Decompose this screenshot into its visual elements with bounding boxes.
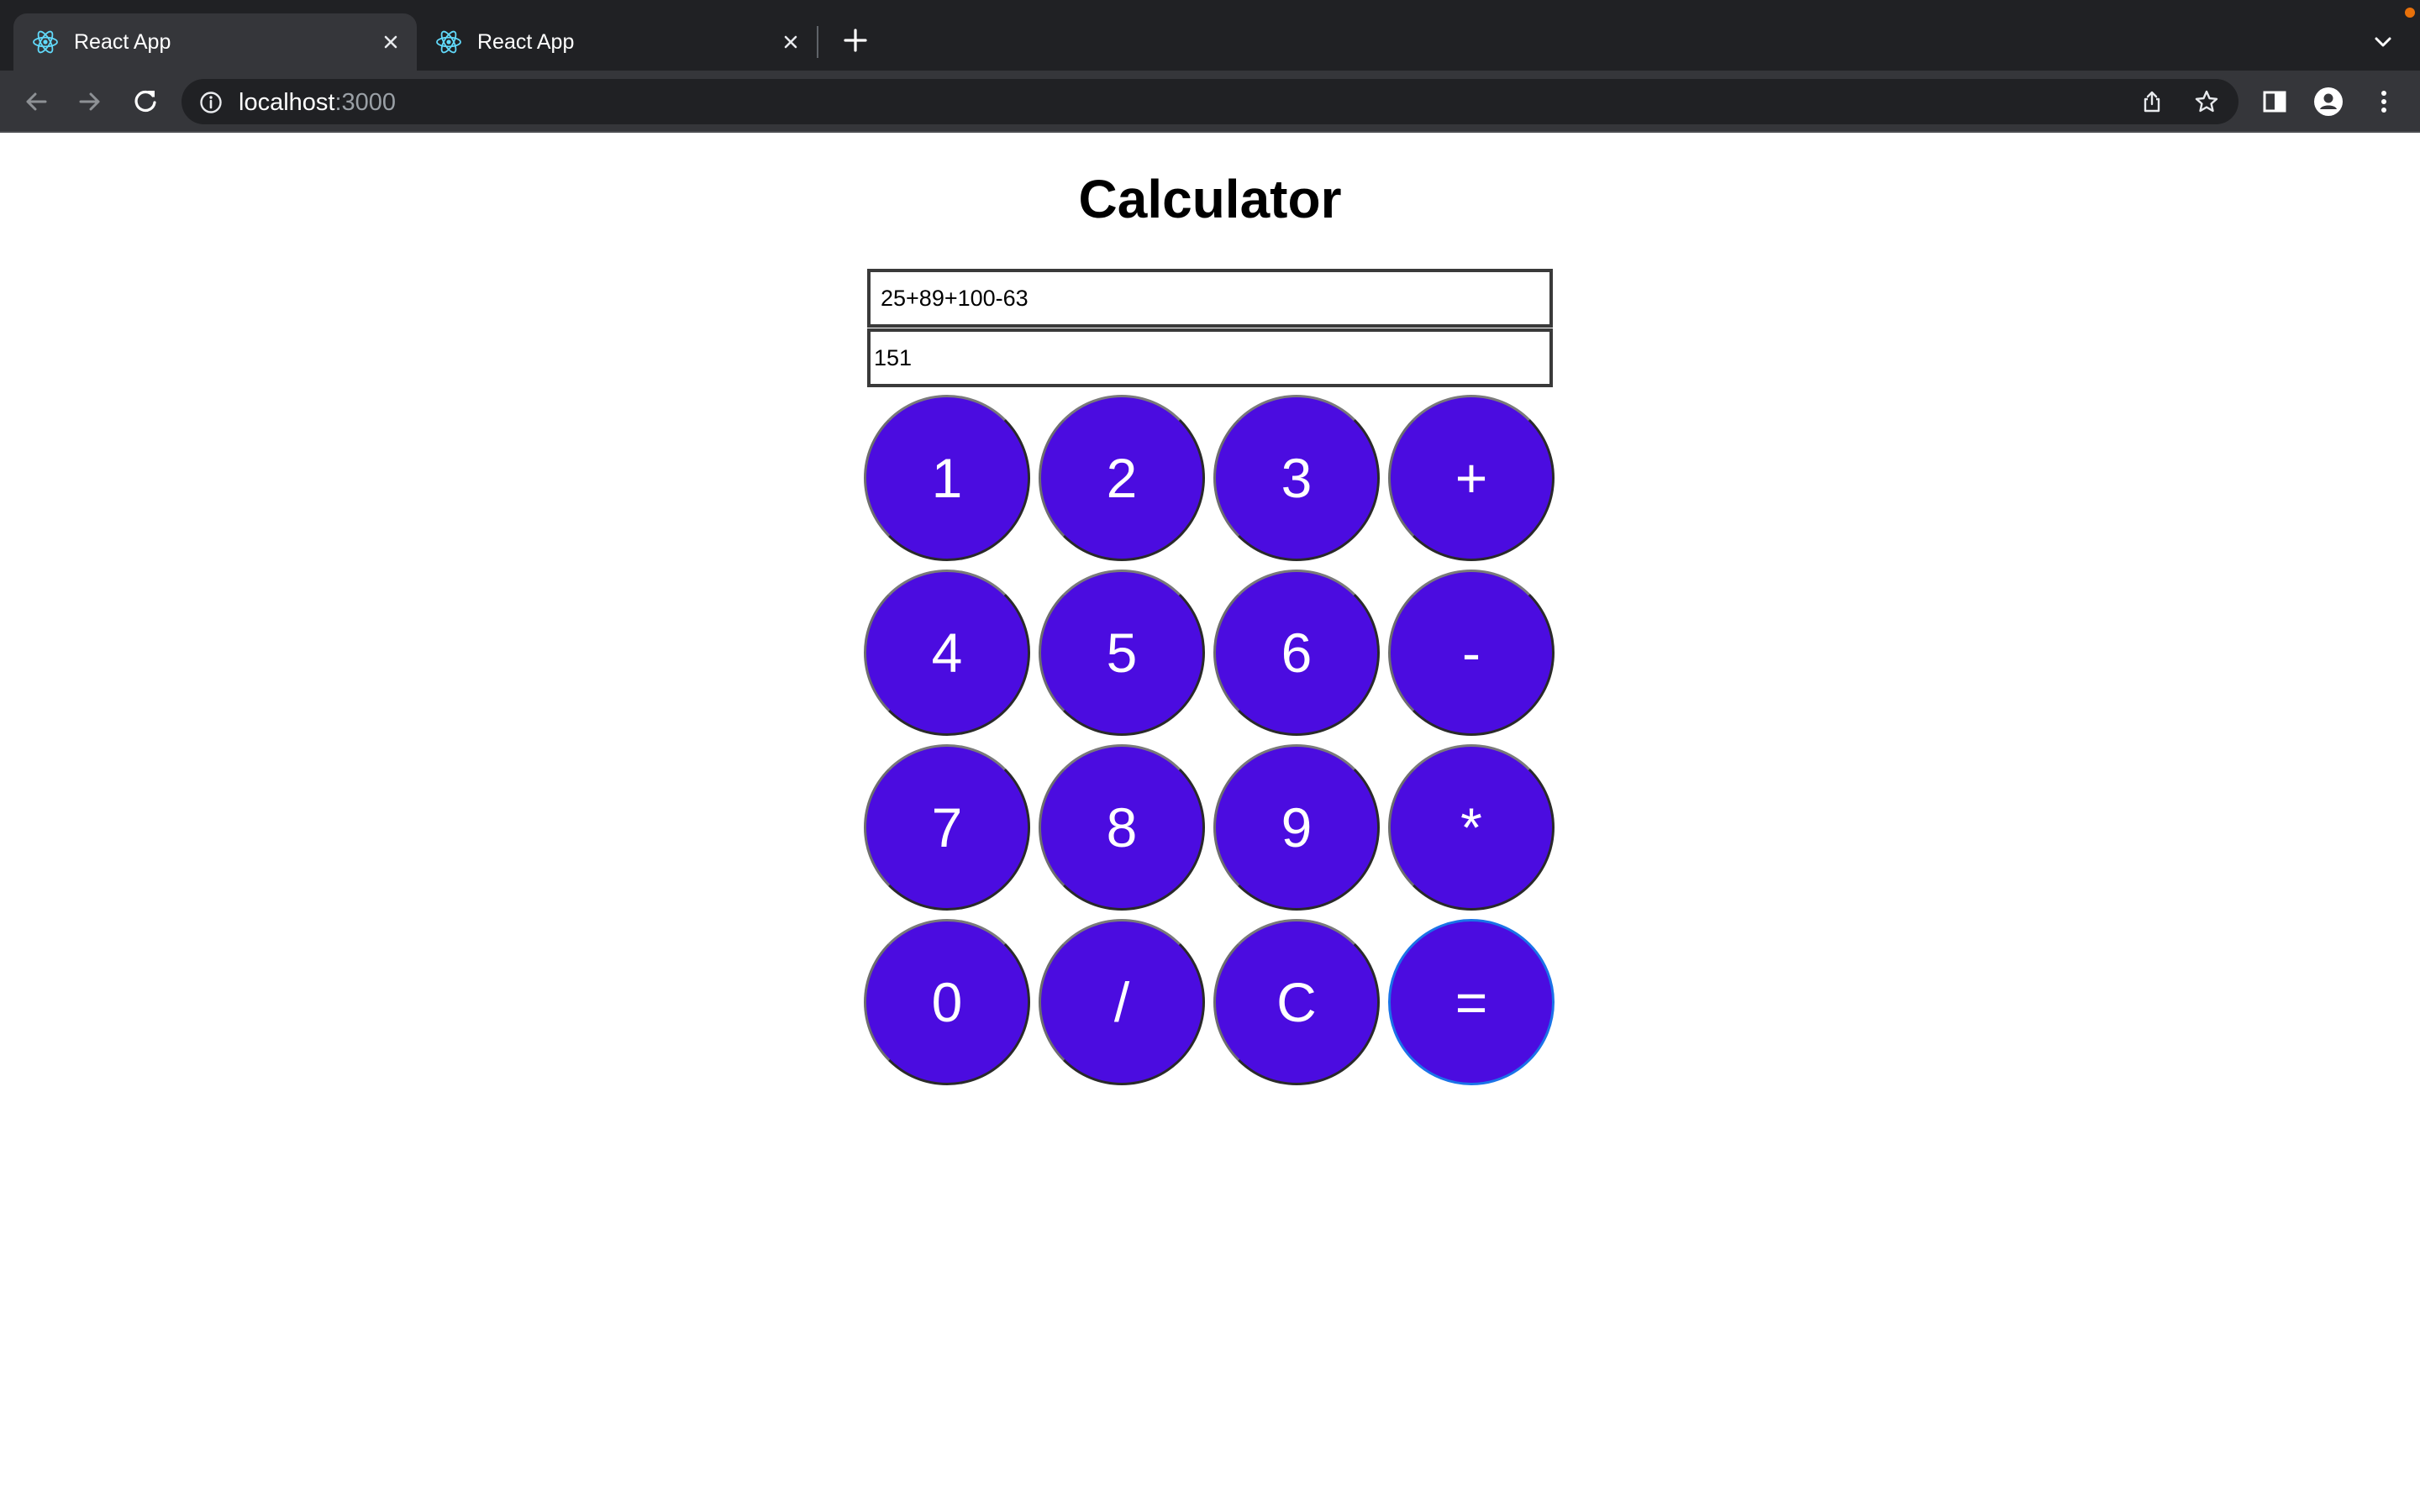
kebab-menu-icon[interactable] (2368, 86, 2400, 118)
arrow-left-icon[interactable] (20, 86, 52, 118)
chrome-divider (0, 131, 2420, 133)
tab-react-app-1[interactable]: React App (13, 13, 417, 71)
tab-separator (817, 26, 818, 58)
key-4[interactable]: 4 (864, 570, 1030, 736)
browser-toolbar: localhost:3000 (0, 71, 2420, 133)
result-display[interactable] (867, 328, 1553, 387)
address-host: localhost (239, 89, 335, 116)
key-2[interactable]: 2 (1039, 395, 1205, 561)
address-port: :3000 (334, 89, 397, 116)
profile-icon[interactable] (2312, 86, 2344, 118)
key-equals[interactable]: = (1388, 919, 1555, 1085)
update-indicator (2405, 8, 2415, 18)
key-divide[interactable]: / (1039, 919, 1205, 1085)
chevron-down-icon[interactable] (2370, 29, 2396, 55)
tab-react-app-2[interactable]: React App (417, 13, 817, 71)
key-9[interactable]: 9 (1213, 744, 1380, 911)
plus-icon[interactable] (840, 25, 871, 55)
tab-title: React App (74, 30, 171, 54)
page-title: Calculator (1078, 169, 1342, 229)
info-icon[interactable] (198, 90, 224, 115)
close-icon[interactable] (380, 31, 402, 53)
share-icon[interactable] (2139, 89, 2165, 114)
key-clear[interactable]: C (1213, 919, 1380, 1085)
key-1[interactable]: 1 (864, 395, 1030, 561)
expression-input[interactable] (867, 269, 1553, 328)
tab-title: React App (477, 30, 575, 54)
react-logo-icon (436, 30, 461, 54)
reload-icon[interactable] (129, 86, 161, 118)
address-url: localhost:3000 (239, 89, 396, 117)
key-3[interactable]: 3 (1213, 395, 1380, 561)
arrow-right-icon[interactable] (74, 86, 106, 118)
key-8[interactable]: 8 (1039, 744, 1205, 911)
react-logo-icon (33, 30, 58, 54)
keypad: 1 2 3 + 4 5 6 - 7 8 9 * 0 / C = (864, 395, 1556, 1087)
close-icon[interactable] (780, 31, 802, 53)
key-5[interactable]: 5 (1039, 570, 1205, 736)
key-6[interactable]: 6 (1213, 570, 1380, 736)
star-icon[interactable] (2193, 88, 2220, 115)
key-plus[interactable]: + (1388, 395, 1555, 561)
side-panel-icon[interactable] (2259, 86, 2291, 118)
address-bar[interactable]: localhost:3000 (182, 79, 2238, 124)
tab-strip: React App React App (0, 0, 2420, 71)
key-minus[interactable]: - (1388, 570, 1555, 736)
key-0[interactable]: 0 (864, 919, 1030, 1085)
key-multiply[interactable]: * (1388, 744, 1555, 911)
key-7[interactable]: 7 (864, 744, 1030, 911)
